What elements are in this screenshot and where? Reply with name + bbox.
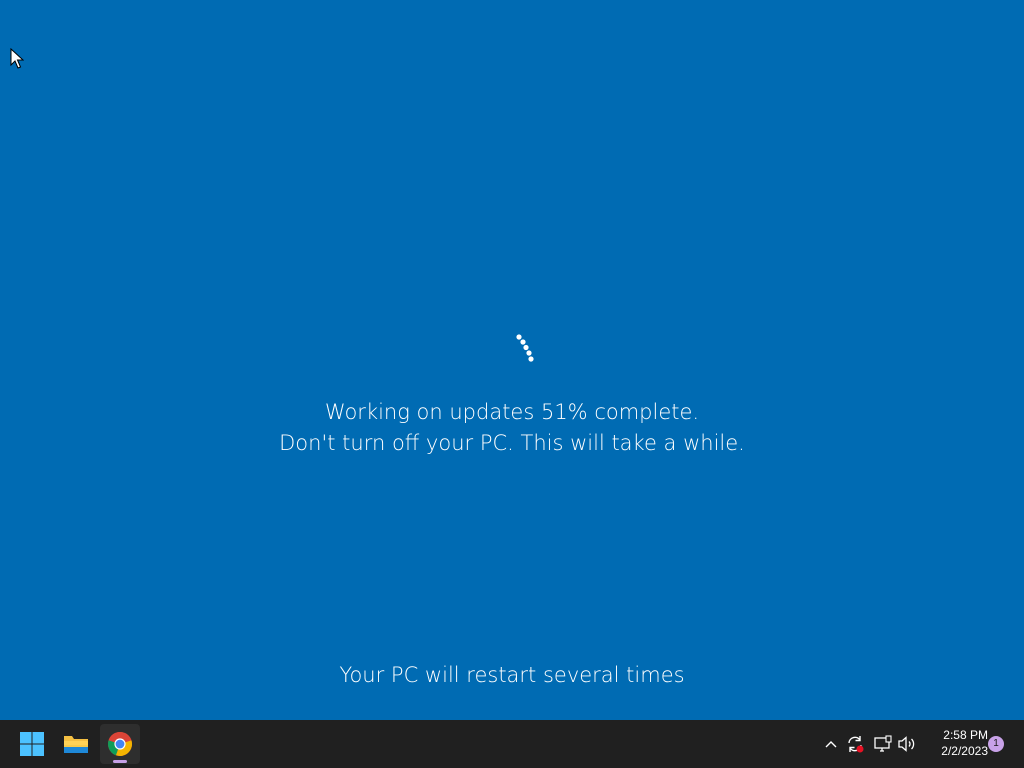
chrome-taskbar-button[interactable] bbox=[100, 724, 140, 764]
notification-count-badge[interactable]: 1 bbox=[988, 736, 1004, 752]
taskbar: 2:58 PM 2/2/2023 bbox=[0, 720, 1024, 768]
active-app-indicator bbox=[113, 760, 127, 763]
clock-date: 2/2/2023 bbox=[941, 744, 988, 758]
start-button[interactable] bbox=[12, 724, 52, 764]
update-screen: Working on updates 51% complete. Don't t… bbox=[0, 0, 1024, 720]
volume-icon bbox=[898, 736, 915, 752]
loading-dots-spinner-icon bbox=[516, 334, 534, 362]
arrow-cursor-icon bbox=[10, 48, 24, 69]
windows-start-icon bbox=[20, 732, 44, 756]
clock-time: 2:58 PM bbox=[943, 728, 988, 742]
volume-icon-button[interactable] bbox=[896, 720, 918, 768]
update-progress-text: Working on updates 51% complete. bbox=[324, 400, 700, 424]
network-icon bbox=[874, 735, 892, 752]
chrome-icon bbox=[107, 731, 133, 756]
taskbar-clock[interactable]: 2:58 PM 2/2/2023 bbox=[922, 727, 988, 759]
sync-alert-icon bbox=[848, 736, 864, 753]
network-icon-button[interactable] bbox=[872, 720, 894, 768]
restart-note: Your PC will restart several times bbox=[339, 663, 685, 687]
folder-icon bbox=[64, 736, 88, 753]
sync-status-icon-button[interactable] bbox=[844, 720, 866, 768]
do-not-turn-off-warning: Don't turn off your PC. This will take a… bbox=[279, 431, 745, 455]
file-explorer-button[interactable] bbox=[56, 724, 96, 764]
show-hidden-icons-button[interactable] bbox=[820, 720, 842, 768]
chevron-up-icon bbox=[825, 741, 837, 748]
